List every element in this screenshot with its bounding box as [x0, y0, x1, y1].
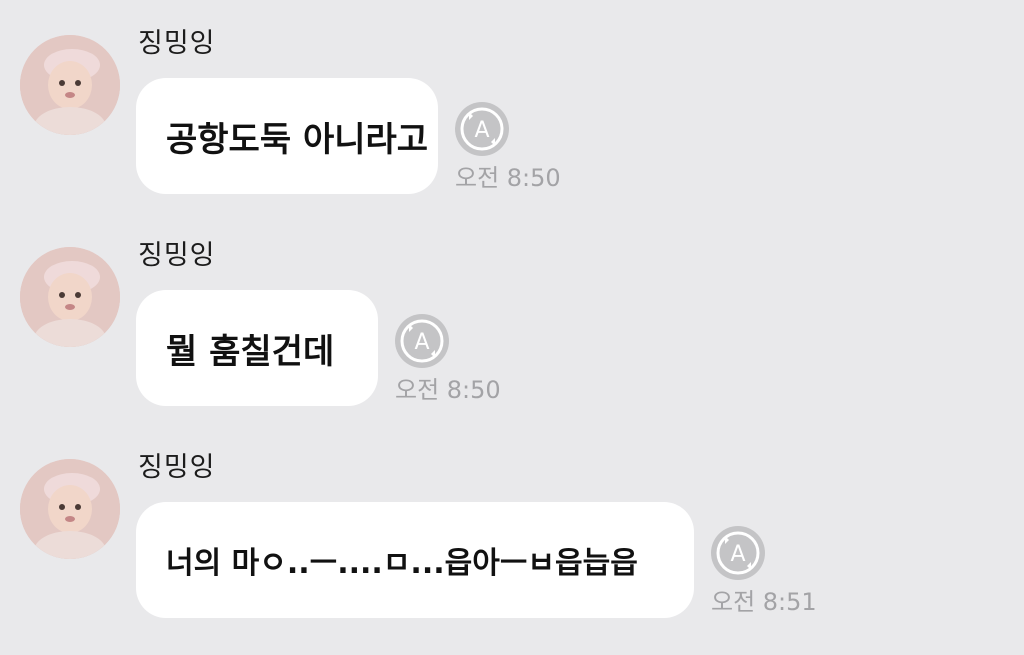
sender-name: 징밍잉 [138, 452, 216, 483]
message-text: 뭘 훔칠건데 [166, 331, 335, 372]
message-time: 오전 8:50 [455, 164, 561, 192]
baby-photo-icon [20, 35, 120, 135]
message-bubble[interactable]: 너의 마ㅇ..ㅡ....ㅁ...읍아ㅡㅂ읍늡읍 [136, 502, 694, 618]
chat-thread: 징밍잉 공항도둑 아니라고 A 오전 8:50 징밍잉 뭘 훔칠건데 A 오전 … [0, 0, 1024, 655]
auto-translate-icon[interactable]: A [711, 526, 765, 580]
message-row: 징밍잉 너의 마ㅇ..ㅡ....ㅁ...읍아ㅡㅂ읍늡읍 A 오전 8:51 [0, 424, 1024, 624]
message-row: 징밍잉 공항도둑 아니라고 A 오전 8:50 [0, 0, 1024, 200]
auto-translate-icon[interactable]: A [455, 102, 509, 156]
message-row: 징밍잉 뭘 훔칠건데 A 오전 8:50 [0, 212, 1024, 412]
svg-text:A: A [474, 118, 489, 143]
message-bubble[interactable]: 뭘 훔칠건데 [136, 290, 378, 406]
avatar[interactable] [20, 35, 120, 135]
sender-name: 징밍잉 [138, 28, 216, 59]
svg-text:A: A [730, 542, 745, 567]
auto-translate-icon[interactable]: A [395, 314, 449, 368]
message-text: 공항도둑 아니라고 [166, 119, 429, 160]
avatar[interactable] [20, 247, 120, 347]
message-time: 오전 8:50 [395, 376, 501, 404]
baby-photo-icon [20, 247, 120, 347]
svg-text:A: A [414, 330, 429, 355]
avatar[interactable] [20, 459, 120, 559]
baby-photo-icon [20, 459, 120, 559]
sender-name: 징밍잉 [138, 240, 216, 271]
message-bubble[interactable]: 공항도둑 아니라고 [136, 78, 438, 194]
message-text: 너의 마ㅇ..ㅡ....ㅁ...읍아ㅡㅂ읍늡읍 [166, 546, 638, 581]
message-time: 오전 8:51 [711, 588, 817, 616]
